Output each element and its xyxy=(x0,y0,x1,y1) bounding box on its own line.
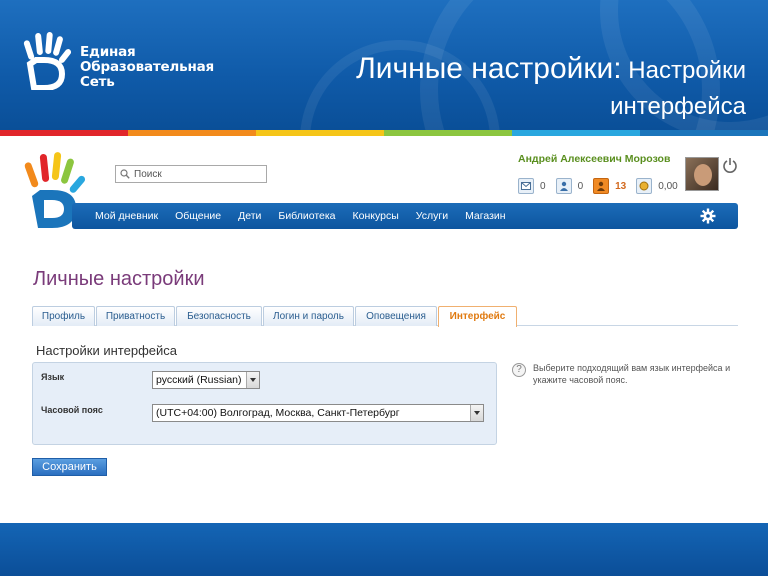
banner: Единая Образовательная Сеть Личные настр… xyxy=(0,0,768,130)
help-text: Выберите подходящий вам язык интерфейса … xyxy=(533,363,731,385)
settings-tabs: Профиль Приватность Безопасность Логин и… xyxy=(32,306,738,327)
money-balance: 0,00 xyxy=(658,180,678,192)
nav-item-library[interactable]: Библиотека xyxy=(278,210,335,222)
language-select[interactable]: русский (Russian) xyxy=(152,371,260,389)
ens-logo-text: Единая Образовательная Сеть xyxy=(80,44,214,90)
mail-count: 0 xyxy=(540,180,546,192)
logout-power-icon[interactable] xyxy=(722,157,738,173)
tab-privacy[interactable]: Приватность xyxy=(96,306,175,326)
user-name-link[interactable]: Андрей Алексеевич Морозов xyxy=(518,153,670,165)
language-label: Язык xyxy=(41,372,65,382)
slide: Единая Образовательная Сеть Личные настр… xyxy=(0,0,768,576)
section-title: Настройки интерфейса xyxy=(36,343,177,358)
footer-bar xyxy=(0,523,768,576)
user-counters: 0 0 13 0,00 xyxy=(518,177,688,195)
friends-icon[interactable] xyxy=(555,178,572,194)
notifications-icon[interactable] xyxy=(593,178,610,194)
hand-logo-icon xyxy=(23,32,72,90)
nav-item-children[interactable]: Дети xyxy=(238,210,261,222)
money-icon[interactable] xyxy=(636,178,653,194)
timezone-label: Часовой пояс xyxy=(41,405,103,415)
friends-count: 0 xyxy=(577,180,584,192)
nav-item-communication[interactable]: Общение xyxy=(175,210,221,222)
avatar[interactable] xyxy=(685,157,719,191)
settings-panel: Язык русский (Russian) Часовой пояс (UTC… xyxy=(32,362,497,445)
ens-logo: Единая Образовательная Сеть xyxy=(22,30,242,94)
notifications-count: 13 xyxy=(615,180,627,192)
chevron-down-icon[interactable] xyxy=(246,372,259,388)
help-icon: ? xyxy=(512,363,526,377)
tab-notifications[interactable]: Оповещения xyxy=(355,306,437,326)
search-box[interactable] xyxy=(115,165,267,183)
nav-item-services[interactable]: Услуги xyxy=(416,210,448,222)
color-stripe xyxy=(0,130,768,136)
tab-interface[interactable]: Интерфейс xyxy=(438,306,517,327)
save-button[interactable]: Сохранить xyxy=(32,458,107,476)
search-input[interactable] xyxy=(134,167,264,181)
chevron-down-icon[interactable] xyxy=(470,405,483,421)
tab-profile[interactable]: Профиль xyxy=(32,306,95,326)
slide-title: Личные настройки: Настройки интерфейса xyxy=(356,52,746,120)
gear-icon[interactable] xyxy=(700,208,716,224)
nav-item-contests[interactable]: Конкурсы xyxy=(353,210,399,222)
tab-security[interactable]: Безопасность xyxy=(176,306,262,326)
nav-item-diary[interactable]: Мой дневник xyxy=(95,210,158,222)
search-icon xyxy=(120,169,130,179)
main-nav: Мой дневник Общение Дети Библиотека Конк… xyxy=(72,203,738,229)
page-title: Личные настройки xyxy=(33,268,205,290)
timezone-select[interactable]: (UTC+04:00) Волгоград, Москва, Санкт-Пет… xyxy=(152,404,484,422)
tab-login-password[interactable]: Логин и пароль xyxy=(263,306,354,326)
mail-icon[interactable] xyxy=(518,178,534,194)
nav-item-shop[interactable]: Магазин xyxy=(465,210,506,222)
